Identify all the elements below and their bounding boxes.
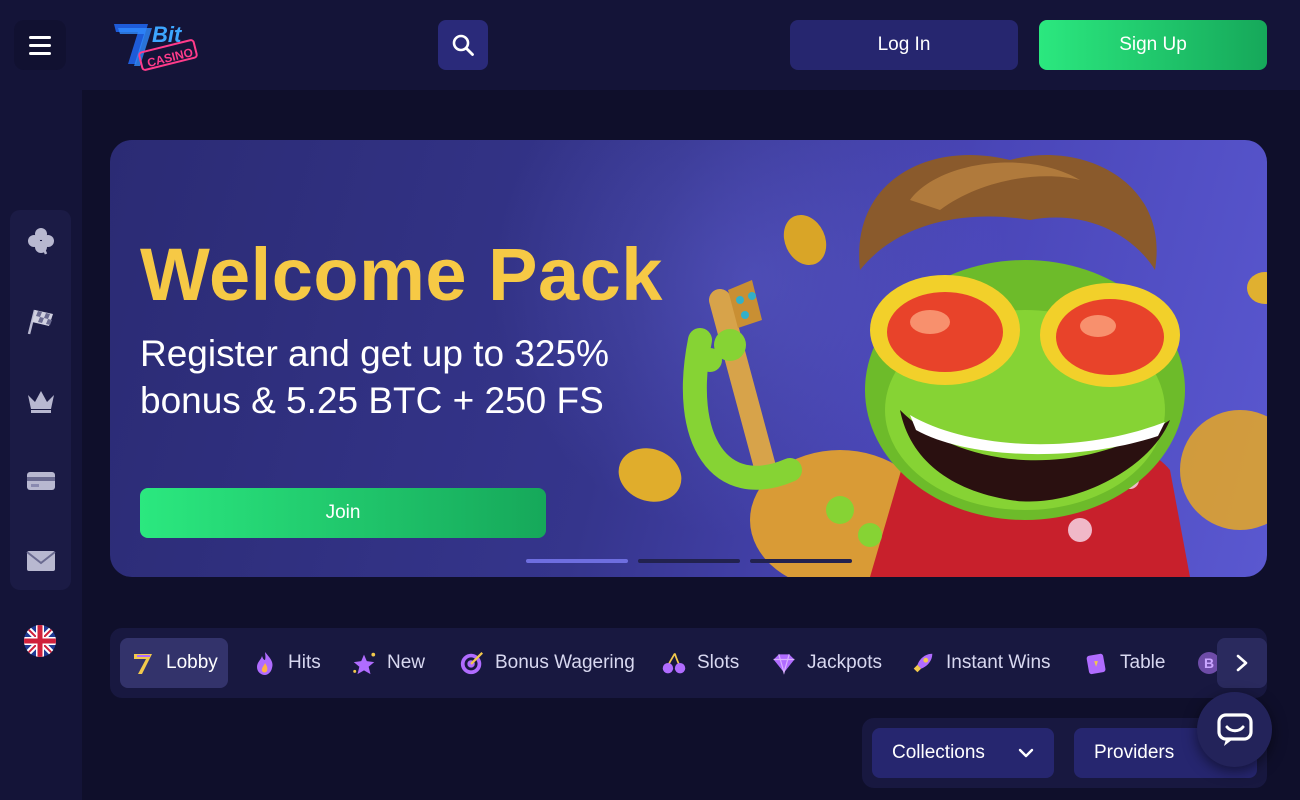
site-logo[interactable]: Bit CASINO — [108, 16, 200, 72]
sparkle-star-icon — [351, 650, 377, 676]
category-label: Jackpots — [807, 652, 882, 673]
racing-flag-icon — [27, 309, 53, 334]
sidebar-item-contact[interactable] — [22, 542, 59, 579]
hamburger-icon — [29, 35, 51, 39]
sidebar-item-racing[interactable] — [22, 302, 59, 339]
category-lobby[interactable]: Lobby — [120, 638, 228, 688]
chat-bubble-icon — [1216, 712, 1253, 746]
category-bar: Lobby Hits New Bonus Wagering Slots Jack… — [110, 628, 1267, 698]
live-chat-button[interactable] — [1197, 692, 1272, 767]
carousel-dot[interactable] — [750, 559, 852, 563]
svg-text:B: B — [1204, 655, 1214, 671]
category-jackpots[interactable]: Jackpots — [761, 638, 892, 688]
rocket-icon — [910, 650, 936, 676]
frog-mascot-illustration — [618, 154, 1267, 577]
hamburger-icon-line — [29, 43, 51, 47]
category-instant-wins[interactable]: Instant Wins — [900, 638, 1061, 688]
category-slots[interactable]: Slots — [651, 638, 749, 688]
chevron-down-icon — [1018, 748, 1034, 758]
hero-subtitle: Register and get up to 325% bonus & 5.25… — [140, 333, 609, 421]
category-label: Bonus Wagering — [495, 652, 635, 673]
hero-banner[interactable]: Welcome Pack Register and get up to 325%… — [110, 140, 1267, 577]
flame-icon — [252, 650, 278, 676]
cards-icon — [1084, 650, 1110, 676]
cherries-icon — [661, 650, 687, 676]
clover-icon — [27, 227, 54, 254]
join-button[interactable]: Join — [140, 488, 546, 538]
menu-button[interactable] — [14, 20, 66, 70]
sidebar-item-payments[interactable] — [22, 462, 59, 499]
category-label: Slots — [697, 652, 740, 673]
crown-icon — [27, 390, 54, 413]
uk-flag-icon — [24, 625, 56, 657]
login-button[interactable]: Log In — [790, 20, 1018, 70]
language-selector[interactable] — [24, 625, 56, 657]
search-button[interactable] — [438, 20, 488, 70]
category-label: Instant Wins — [946, 652, 1051, 673]
category-bonus-wagering[interactable]: Bonus Wagering — [449, 638, 645, 688]
diamond-icon — [771, 650, 797, 676]
hamburger-icon-line — [29, 51, 51, 55]
chevron-right-icon — [1236, 654, 1248, 672]
credit-card-icon — [26, 471, 55, 490]
target-icon — [459, 650, 485, 676]
category-label: New — [387, 652, 426, 673]
sidebar-nav — [10, 210, 71, 590]
top-bar: Bit CASINO Log In Sign Up — [0, 0, 1300, 90]
sidebar — [0, 90, 82, 800]
category-next-button[interactable] — [1217, 638, 1267, 688]
category-label: Lobby — [166, 652, 218, 673]
collections-label: Collections — [892, 742, 985, 763]
signup-button[interactable]: Sign Up — [1039, 20, 1267, 70]
category-label: Hits — [288, 652, 321, 673]
category-new[interactable]: New — [341, 638, 435, 688]
category-label: Table — [1120, 652, 1166, 673]
collections-dropdown[interactable]: Collections — [872, 728, 1054, 778]
carousel-dot[interactable] — [526, 559, 628, 563]
hero-title: Welcome Pack — [140, 233, 663, 316]
search-icon — [452, 34, 474, 56]
envelope-icon — [25, 550, 56, 571]
sidebar-item-clover[interactable] — [22, 222, 59, 259]
seven-icon — [130, 650, 156, 676]
carousel-indicators — [526, 559, 856, 563]
sidebar-item-vip[interactable] — [22, 382, 59, 419]
providers-label: Providers — [1094, 742, 1175, 763]
carousel-dot[interactable] — [638, 559, 740, 563]
category-hits[interactable]: Hits — [242, 638, 331, 688]
category-table[interactable]: Table — [1074, 638, 1175, 688]
